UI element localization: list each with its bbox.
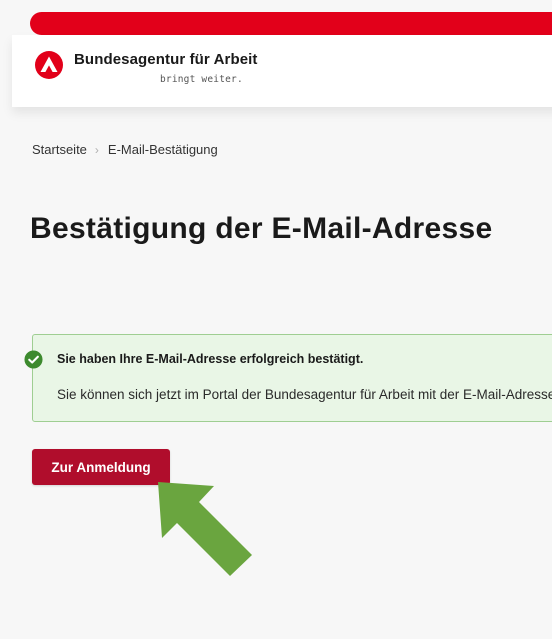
ba-logo-icon [35, 51, 63, 79]
site-header: Bundesagentur für Arbeit bringt weiter. [12, 35, 552, 107]
pointer-arrow-icon [158, 482, 252, 576]
page: Bundesagentur für Arbeit bringt weiter. … [0, 0, 552, 639]
login-button[interactable]: Zur Anmeldung [32, 449, 170, 485]
breadcrumb-item-current: E-Mail-Bestätigung [107, 142, 218, 157]
success-alert: Sie haben Ihre E-Mail-Adresse erfolgreic… [24, 334, 552, 422]
brand-tagline: bringt weiter. [160, 74, 243, 85]
breadcrumb: Startseite › E-Mail-Bestätigung [32, 142, 218, 157]
alert-message: Sie können sich jetzt im Portal der Bund… [57, 387, 552, 402]
check-circle-icon [24, 350, 43, 369]
brand-accent-bar [30, 12, 552, 35]
page-title: Bestätigung der E-Mail-Adresse [30, 212, 493, 245]
breadcrumb-item-startseite[interactable]: Startseite [32, 142, 87, 157]
alert-title: Sie haben Ihre E-Mail-Adresse erfolgreic… [57, 352, 364, 366]
breadcrumb-separator-icon: › [94, 142, 99, 157]
brand-name: Bundesagentur für Arbeit [74, 51, 258, 68]
